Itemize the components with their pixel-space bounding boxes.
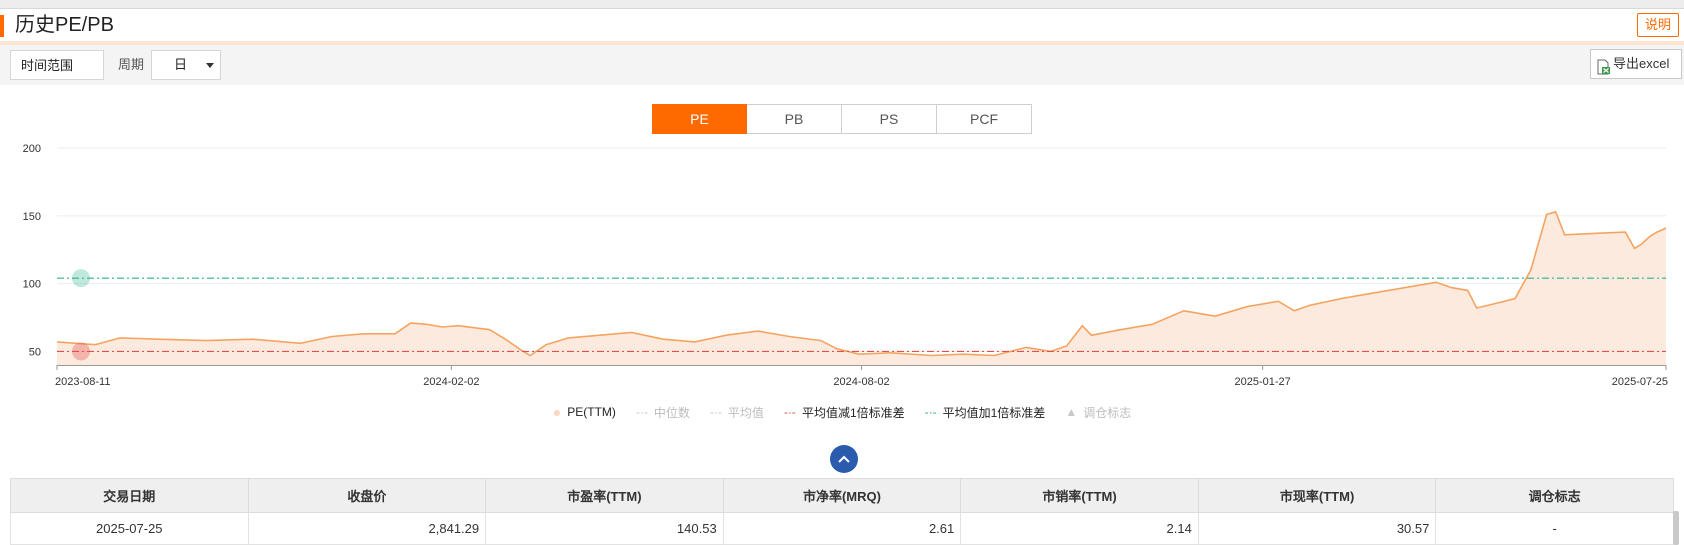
column-header-close[interactable]: 收盘价 — [247, 478, 487, 513]
pe-history-chart: 50 100 150 200 2023-08-11 2024-02-02 2024-08-0… — [23, 143, 1668, 388]
period-select-value: 日 — [174, 57, 188, 72]
chevron-down-icon — [206, 63, 214, 68]
table-header-row: 交易日期 收盘价 市盈率(TTM) 市净率(MRQ) 市销率(TTM) 市现率(… — [10, 478, 1674, 513]
tab-ps[interactable]: PS — [842, 104, 937, 134]
legend-label: 平均值加1倍标准差 — [942, 405, 1046, 420]
chevron-up-icon — [838, 455, 850, 463]
title-bar: 历史PE/PB 说明 — [0, 9, 1684, 45]
export-excel-button[interactable]: 导出excel — [1590, 49, 1682, 79]
period-label: 周期 — [118, 57, 145, 72]
tab-pb[interactable]: PB — [747, 104, 842, 134]
period-select[interactable]: 日 — [151, 50, 221, 80]
cell-ps: 2.14 — [960, 512, 1199, 545]
y-tick-label: 200 — [23, 143, 41, 155]
legend-mean-minus-std[interactable]: -·- 平均值减1倍标准差 — [784, 402, 905, 422]
legend-triangle-icon: ▲ — [1065, 405, 1078, 419]
legend-label: 调仓标志 — [1083, 405, 1132, 420]
column-header-pb[interactable]: 市净率(MRQ) — [722, 478, 962, 513]
x-tick-label: 2024-02-02 — [423, 376, 479, 388]
y-tick-label: 100 — [23, 279, 41, 291]
legend-dash-icon: -·- — [924, 405, 937, 419]
excel-icon — [1595, 57, 1611, 75]
column-header-rebalance[interactable]: 调仓标志 — [1435, 478, 1674, 513]
mean-plus-std-marker — [72, 269, 90, 288]
table-row: 2025-07-25 2,841.29 140.53 2.61 2.14 30.… — [10, 512, 1674, 545]
column-header-date[interactable]: 交易日期 — [10, 478, 249, 513]
chart-legend: ● PE(TTM) -·- 中位数 -·- 平均值 -·- 平均值减1倍标准差 … — [0, 402, 1684, 422]
mean-minus-std-marker — [72, 342, 90, 361]
toolbar: 时间范围 周期 日 导出excel — [0, 45, 1684, 85]
legend-median[interactable]: -·- 中位数 — [636, 402, 690, 422]
column-header-pcf[interactable]: 市现率(TTM) — [1197, 478, 1437, 513]
x-tick-label: 2025-01-27 — [1234, 376, 1290, 388]
column-header-ps[interactable]: 市销率(TTM) — [960, 478, 1199, 513]
y-tick-label: 150 — [23, 211, 41, 223]
legend-rebalance-flag[interactable]: ▲ 调仓标志 — [1065, 402, 1131, 422]
legend-mean[interactable]: -·- 平均值 — [710, 402, 764, 422]
x-tick-label: 2025-07-25 — [1612, 376, 1668, 388]
tab-pcf[interactable]: PCF — [937, 104, 1032, 134]
legend-pe-ttm[interactable]: ● PE(TTM) — [553, 402, 616, 422]
legend-dash-icon: -·- — [709, 405, 722, 419]
legend-label: 中位数 — [653, 405, 690, 420]
cell-date: 2025-07-25 — [10, 512, 249, 545]
cell-pe: 140.53 — [485, 512, 724, 545]
legend-label: 平均值 — [727, 405, 764, 420]
column-header-pe[interactable]: 市盈率(TTM) — [485, 478, 724, 513]
top-strip — [0, 0, 1684, 9]
legend-dash-icon: -·- — [783, 405, 796, 419]
explain-button[interactable]: 说明 — [1637, 13, 1679, 37]
time-range-input[interactable]: 时间范围 — [10, 50, 104, 80]
page-title: 历史PE/PB — [15, 14, 114, 36]
legend-circle-icon: ● — [552, 404, 562, 420]
tab-pe[interactable]: PE — [652, 104, 747, 134]
cell-close: 2,841.29 — [247, 512, 487, 545]
cell-pb: 2.61 — [722, 512, 962, 545]
x-tick-label: 2023-08-11 — [55, 376, 110, 388]
title-accent-bar — [0, 15, 4, 37]
x-tick-label: 2024-08-02 — [833, 376, 889, 388]
legend-label: 平均值减1倍标准差 — [801, 405, 905, 420]
pe-ttm-area — [57, 211, 1666, 365]
export-excel-label: 导出excel — [1613, 56, 1670, 71]
legend-mean-plus-std[interactable]: -·- 平均值加1倍标准差 — [925, 402, 1046, 422]
cell-pcf: 30.57 — [1197, 512, 1437, 545]
indicator-tabs: PE PB PS PCF — [652, 104, 1032, 134]
data-table: 交易日期 收盘价 市盈率(TTM) 市净率(MRQ) 市销率(TTM) 市现率(… — [10, 478, 1674, 545]
legend-dash-icon: -·- — [635, 405, 648, 419]
collapse-button[interactable] — [830, 445, 858, 473]
table-scrollbar[interactable] — [1673, 511, 1679, 545]
legend-label: PE(TTM) — [567, 405, 616, 419]
y-tick-label: 50 — [29, 346, 41, 358]
cell-rebalance: - — [1435, 512, 1674, 545]
